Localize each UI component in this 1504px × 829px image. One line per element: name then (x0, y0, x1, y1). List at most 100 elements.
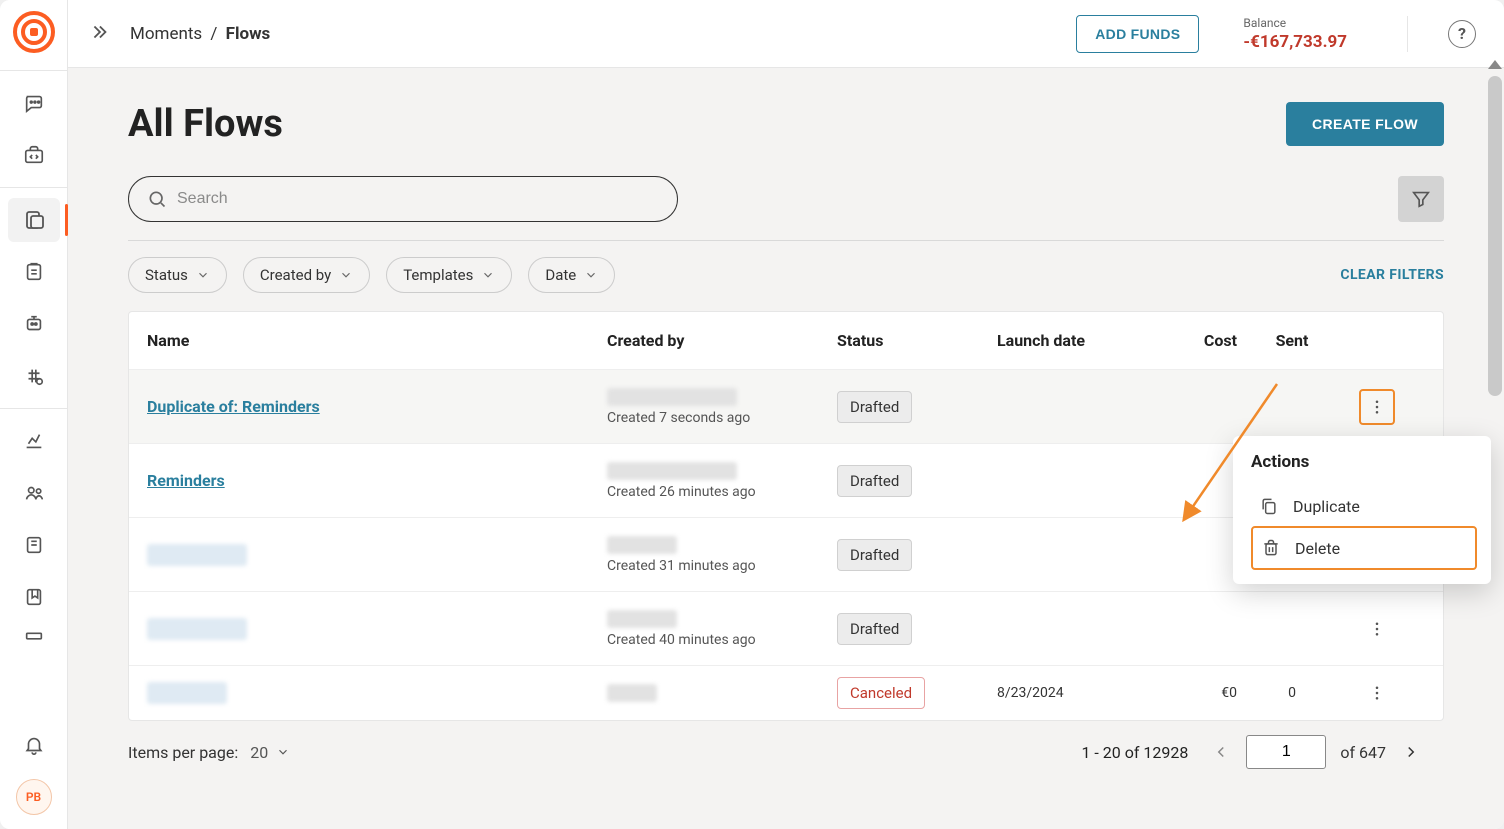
status-badge: Canceled (837, 677, 925, 709)
breadcrumb-parent[interactable]: Moments (130, 24, 202, 44)
created-ago: Created 31 minutes ago (607, 558, 837, 574)
search-icon (147, 189, 167, 209)
created-ago: Created 40 minutes ago (607, 632, 837, 648)
flow-link[interactable]: Duplicate of: Reminders (147, 397, 320, 416)
clear-filters-button[interactable]: CLEAR FILTERS (1340, 267, 1444, 283)
cell-name: Duplicate of: Reminders (147, 397, 607, 416)
nav-analytics[interactable] (8, 419, 60, 463)
filter-chip-created-by[interactable]: Created by (243, 257, 370, 293)
created-ago: Created 26 minutes ago (607, 484, 837, 500)
hash-gear-icon (23, 365, 45, 387)
main: Moments / Flows ADD FUNDS Balance -€167,… (68, 0, 1504, 829)
trash-icon (1261, 538, 1281, 558)
user-avatar[interactable]: PB (16, 779, 52, 815)
target-icon (13, 11, 55, 53)
action-duplicate[interactable]: Duplicate (1251, 486, 1477, 526)
page-input[interactable] (1246, 735, 1326, 769)
redacted-text (607, 684, 657, 702)
nav-embed[interactable] (8, 133, 60, 177)
nav-bot[interactable] (8, 302, 60, 346)
divider (0, 70, 67, 71)
breadcrumb-sep: / (210, 24, 217, 44)
chevron-down-icon (481, 268, 495, 282)
funnel-icon (1410, 188, 1432, 210)
redacted-flow-name (147, 544, 247, 566)
cell-name (147, 682, 607, 704)
paste-icon (23, 261, 45, 283)
balance-label: Balance (1243, 16, 1347, 30)
add-funds-button[interactable]: ADD FUNDS (1076, 15, 1199, 53)
items-per-page: Items per page: 20 (128, 743, 290, 762)
cell-status: Drafted (837, 465, 997, 497)
nav-people[interactable] (8, 471, 60, 515)
balance-amount: -€167,733.97 (1243, 32, 1347, 52)
cell-status: Drafted (837, 539, 997, 571)
breadcrumb-current: Flows (226, 24, 271, 44)
action-delete[interactable]: Delete (1251, 526, 1477, 570)
chevron-right-icon (1402, 743, 1420, 761)
more-vertical-icon (1368, 684, 1386, 702)
table-row: Created 40 minutes ago Drafted (129, 592, 1443, 666)
nav-library[interactable] (8, 575, 60, 619)
nav-config[interactable] (8, 354, 60, 398)
pager-prev[interactable] (1206, 737, 1236, 767)
status-badge: Drafted (837, 391, 912, 423)
chart-line-icon (23, 430, 45, 452)
nav-templates[interactable] (8, 250, 60, 294)
scrollbar-thumb[interactable] (1488, 76, 1502, 396)
nav-conversations[interactable] (8, 81, 60, 125)
cell-status: Canceled (837, 677, 997, 709)
row-actions-button[interactable] (1359, 389, 1395, 425)
divider (128, 240, 1444, 241)
th-sent: Sent (1237, 331, 1347, 350)
people-icon (23, 482, 45, 504)
nav-docs[interactable] (8, 523, 60, 567)
bookmark-book-icon (23, 586, 45, 608)
filter-chip-date[interactable]: Date (528, 257, 615, 293)
brand-logo[interactable] (10, 8, 58, 56)
nav-more[interactable] (8, 627, 60, 647)
filter-toggle-button[interactable] (1398, 176, 1444, 222)
row-actions-button[interactable] (1359, 611, 1395, 647)
divider (0, 187, 67, 188)
row-actions-button[interactable] (1359, 675, 1395, 711)
page-title: All Flows (128, 102, 283, 146)
ipp-select[interactable]: 20 (250, 743, 290, 762)
nav-flows[interactable] (8, 198, 60, 242)
filter-chip-templates[interactable]: Templates (386, 257, 512, 293)
redacted-text (607, 462, 737, 480)
expand-sidebar-button[interactable] (88, 21, 110, 47)
chip-label: Status (145, 266, 188, 284)
help-button[interactable]: ? (1448, 20, 1476, 48)
th-launch-date: Launch date (997, 331, 1147, 350)
page-range: 1 - 20 of 12928 (1081, 743, 1188, 762)
ipp-value: 20 (250, 743, 268, 762)
status-badge: Drafted (837, 465, 912, 497)
create-flow-button[interactable]: CREATE FLOW (1286, 102, 1444, 146)
briefcase-code-icon (23, 144, 45, 166)
balance-block: Balance -€167,733.97 (1243, 16, 1347, 52)
search-field[interactable] (128, 176, 678, 222)
actions-menu: Actions Duplicate Delete (1233, 436, 1491, 584)
chevron-down-icon (276, 745, 290, 759)
filter-chip-status[interactable]: Status (128, 257, 227, 293)
scroll-arrow-up[interactable] (1488, 60, 1502, 69)
redacted-flow-name (147, 618, 247, 640)
cell-sent: 0 (1237, 685, 1347, 701)
cell-launch-date: 8/23/2024 (997, 685, 1147, 701)
cell-name (147, 544, 607, 566)
table-row: Canceled 8/23/2024 €0 0 (129, 666, 1443, 720)
flow-link[interactable]: Reminders (147, 471, 225, 490)
th-name: Name (147, 331, 607, 350)
nav-notifications[interactable] (8, 723, 60, 767)
more-vertical-icon (1368, 398, 1386, 416)
redacted-flow-name (147, 682, 227, 704)
panel-icon (23, 632, 45, 642)
redacted-text (607, 388, 737, 406)
pager-next[interactable] (1396, 737, 1426, 767)
sidebar: PB (0, 0, 68, 829)
duplicate-icon (1259, 496, 1279, 516)
search-input[interactable] (177, 190, 659, 208)
robot-icon (23, 313, 45, 335)
content: All Flows CREATE FLOW Status (68, 68, 1504, 829)
